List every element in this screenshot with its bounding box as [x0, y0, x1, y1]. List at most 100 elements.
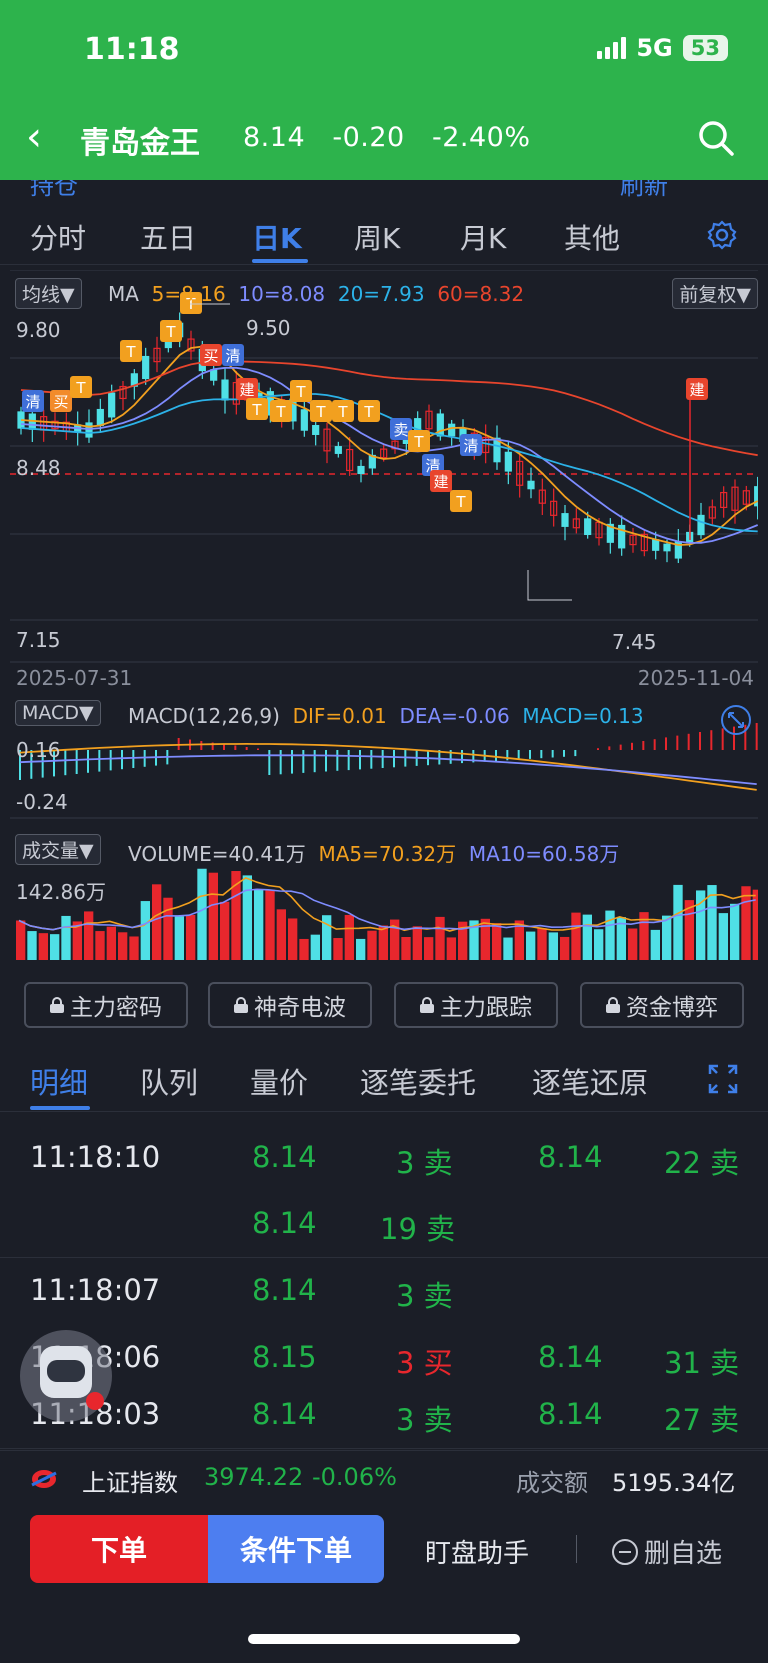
trade-price: 8.14 — [538, 1397, 603, 1431]
assistant-avatar[interactable] — [20, 1330, 112, 1422]
index-value: 3974.22 — [204, 1463, 304, 1491]
volume-bar — [310, 934, 320, 960]
volume-chart[interactable]: 成交量▼ VOLUME=40.41万 MA5=70.32万 MA10=60.58… — [10, 832, 758, 964]
stock-header: ‹ 青岛金王 8.14 -0.20 -2.40% — [0, 100, 768, 180]
signal-tag-label: T — [413, 433, 424, 451]
signal-tag-label: T — [251, 401, 262, 419]
divider — [576, 1535, 577, 1563]
main-force-tracking-button[interactable]: 主力跟踪 — [394, 982, 558, 1028]
remove-watchlist-button[interactable]: 删自选 — [612, 1533, 722, 1570]
candle — [448, 423, 456, 437]
signal-tag-label: T — [125, 343, 136, 361]
search-icon[interactable] — [696, 118, 736, 158]
lock-icon — [50, 997, 64, 1013]
tab-other[interactable]: 其他 — [564, 217, 620, 257]
fullscreen-icon[interactable] — [708, 1064, 738, 1094]
ma-label: MA — [108, 282, 139, 306]
volume-select[interactable]: 成交量▼ — [15, 834, 101, 865]
dea-line — [19, 754, 757, 785]
sse-logo-icon — [31, 1470, 57, 1488]
volume-bar — [435, 916, 445, 960]
date-start: 2025-07-31 — [16, 666, 133, 690]
volume-bar — [118, 932, 128, 960]
volume-bar — [140, 901, 150, 960]
index-change: -0.06% — [312, 1463, 397, 1491]
candle — [357, 465, 365, 475]
tab-weekly-k[interactable]: 周K — [354, 217, 400, 257]
tab-order-by-order[interactable]: 逐笔委托 — [360, 1060, 476, 1102]
tab-five-day[interactable]: 五日 — [140, 217, 196, 257]
volume-bar — [401, 936, 411, 960]
refresh-link[interactable]: 刷新 — [620, 180, 668, 198]
volume-bar — [492, 923, 502, 960]
trade-row: 11:18:07 8.14 3 卖 — [0, 1259, 768, 1325]
tab-queue[interactable]: 队列 — [140, 1060, 198, 1102]
volume-bar — [526, 931, 536, 960]
watch-helper-button[interactable]: 盯盘助手 — [425, 1533, 529, 1570]
tab-volume-price[interactable]: 量价 — [250, 1060, 308, 1102]
volume-bar — [27, 931, 37, 960]
kline-chart[interactable]: 清买TTTT买清建TTTTTT卖T清清建T建 均线▼ MA 5=8.16 10=… — [10, 270, 758, 690]
turnover-value: 5195.34亿 — [612, 1469, 736, 1497]
stock-name: 青岛金王 — [80, 126, 200, 161]
volume-bar — [571, 912, 581, 960]
ma60-value: 60=8.32 — [437, 282, 525, 306]
expand-icon[interactable] — [720, 704, 752, 736]
macd-y-top: 0.16 — [16, 738, 61, 762]
signal-tag-label: T — [337, 403, 348, 421]
lock-icon — [606, 997, 620, 1013]
magic-wave-button[interactable]: 神奇电波 — [208, 982, 372, 1028]
main-force-code-button[interactable]: 主力密码 — [24, 982, 188, 1028]
volume-bar — [299, 938, 309, 960]
period-tabs: 分时 五日 日K 周K 月K 其他 — [0, 205, 768, 265]
tab-monthly-k[interactable]: 月K — [460, 217, 506, 257]
macd-y-bottom: -0.24 — [16, 790, 68, 814]
macd-chart[interactable]: MACD▼ MACD(12,26,9) DIF=0.01 DEA=-0.06 M… — [10, 698, 758, 820]
volume-bar — [129, 936, 139, 960]
tab-tick-restore[interactable]: 逐笔还原 — [532, 1060, 648, 1102]
candle — [210, 369, 218, 381]
tool-buttons: 主力密码 神奇电波 主力跟踪 资金博弈 — [0, 982, 768, 1030]
order-button[interactable]: 下单 — [30, 1515, 208, 1583]
trade-time: 11:18:07 — [30, 1273, 161, 1307]
candle — [334, 446, 342, 454]
conditional-order-button[interactable]: 条件下单 — [208, 1515, 384, 1583]
indicator-select[interactable]: 均线▼ — [15, 278, 82, 309]
macd-value: MACD=0.13 — [522, 704, 644, 728]
ma10-value: 10=8.08 — [238, 282, 326, 306]
candle — [108, 392, 116, 418]
turnover-label: 成交额 — [516, 1469, 588, 1497]
stock-change-pct: -2.40% — [432, 122, 531, 153]
volume-bar — [106, 926, 116, 960]
stock-quote: 8.14 -0.20 -2.40% — [243, 122, 531, 153]
capital-game-button[interactable]: 资金博弈 — [580, 982, 744, 1028]
signal-tag-label: 建 — [433, 473, 448, 491]
tab-intraday[interactable]: 分时 — [30, 217, 86, 257]
gear-icon[interactable] — [706, 219, 738, 251]
index-ticker[interactable]: 上证指数 3974.22 -0.06% 成交额 5195.34亿 — [0, 1450, 768, 1506]
adjust-select[interactable]: 前复权▼ — [672, 278, 758, 309]
volume-bar — [650, 929, 660, 960]
lock-icon — [234, 997, 248, 1013]
candle — [504, 451, 512, 472]
stock-change: -0.20 — [332, 122, 405, 153]
volume-bar — [152, 884, 162, 960]
volume-bar — [730, 903, 740, 960]
holding-link[interactable]: 持仓 — [30, 180, 78, 198]
tab-daily-k[interactable]: 日K — [252, 217, 302, 257]
signal-tag-label: T — [315, 403, 326, 421]
ma-line — [20, 366, 758, 544]
trade-volume: 3 卖 — [396, 1146, 453, 1180]
trade-volume: 19 卖 — [380, 1212, 456, 1246]
volume-bar — [503, 937, 513, 960]
candle — [142, 355, 150, 380]
macd-select[interactable]: MACD▼ — [15, 700, 101, 726]
trade-row: 8.14 19 卖 — [0, 1192, 768, 1258]
trade-price: 8.14 — [252, 1273, 317, 1307]
trade-row: 11:18:03 8.14 3 卖 8.14 27 卖 — [0, 1383, 768, 1449]
volume-bar — [276, 909, 286, 960]
bottom-actions: 下单 条件下单 盯盘助手 删自选 — [0, 1515, 768, 1587]
chevron-left-icon[interactable]: ‹ — [26, 114, 42, 160]
tab-detail[interactable]: 明细 — [30, 1060, 88, 1102]
low-leader — [527, 570, 572, 601]
